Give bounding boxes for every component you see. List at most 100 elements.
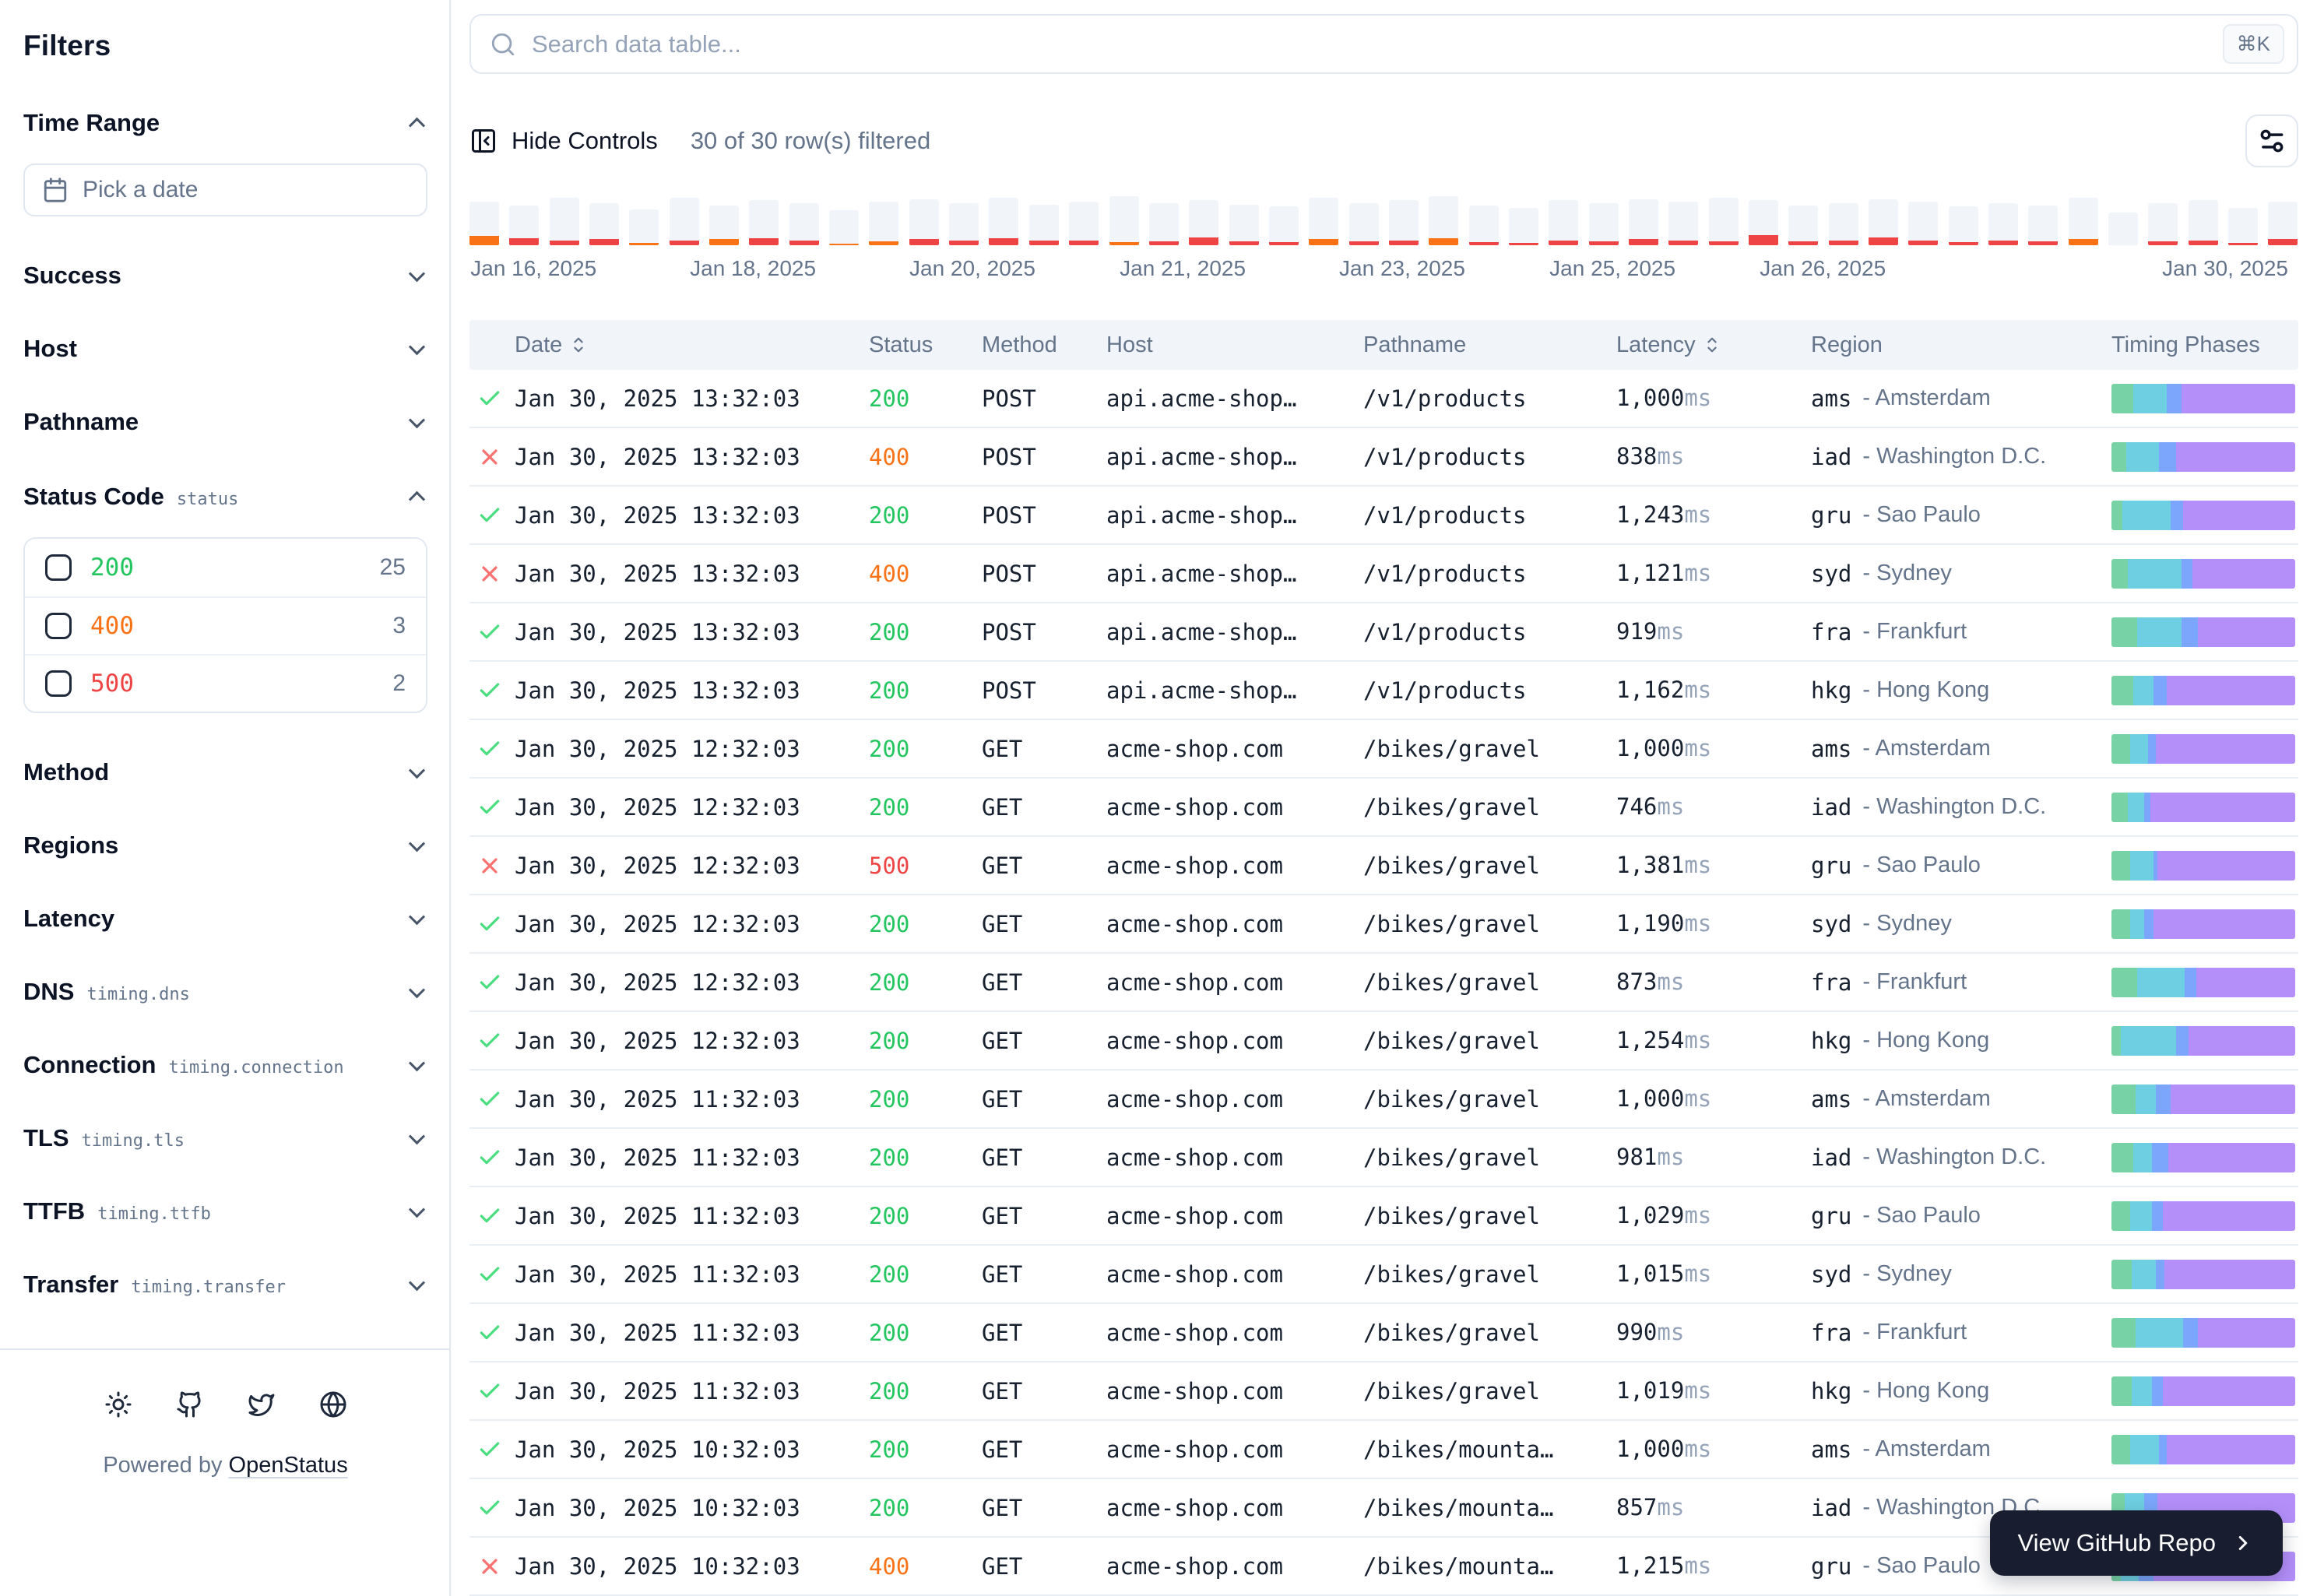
section-status-code[interactable]: Status Code status xyxy=(23,483,427,511)
column-header-latency[interactable]: Latency xyxy=(1616,332,1811,358)
checkbox[interactable] xyxy=(45,670,72,697)
histogram-bar[interactable] xyxy=(1149,195,1179,245)
sidebar-section-success[interactable]: Success xyxy=(23,262,427,290)
histogram-bar[interactable] xyxy=(1949,195,1978,245)
column-header-date[interactable]: Date xyxy=(515,332,869,358)
histogram-bar[interactable] xyxy=(829,195,859,245)
status-option-400[interactable]: 4003 xyxy=(25,596,426,654)
status-option-500[interactable]: 5002 xyxy=(25,654,426,712)
timing-segment-connection xyxy=(2130,734,2149,764)
histogram-bar[interactable] xyxy=(1829,195,1858,245)
table-row[interactable]: Jan 30, 2025 11:32:03200GETacme-shop.com… xyxy=(469,1129,2298,1187)
view-options-button[interactable] xyxy=(2245,114,2298,167)
table-row[interactable]: Jan 30, 2025 11:32:03200GETacme-shop.com… xyxy=(469,1362,2298,1421)
table-row[interactable]: Jan 30, 2025 10:32:03200GETacme-shop.com… xyxy=(469,1421,2298,1479)
twitter-link-button[interactable] xyxy=(248,1390,276,1418)
histogram-bar[interactable] xyxy=(1988,195,2018,245)
table-row[interactable]: Jan 30, 2025 11:32:03200GETacme-shop.com… xyxy=(469,1070,2298,1129)
github-link-button[interactable] xyxy=(176,1390,204,1418)
section-time-range[interactable]: Time Range xyxy=(23,109,427,137)
histogram-bar[interactable] xyxy=(1029,195,1059,245)
histogram-bar[interactable] xyxy=(2268,195,2298,245)
table-row[interactable]: Jan 30, 2025 11:32:03200GETacme-shop.com… xyxy=(469,1304,2298,1362)
table-row[interactable]: Jan 30, 2025 12:32:03200GETacme-shop.com… xyxy=(469,895,2298,954)
sidebar-section-tls[interactable]: TLStiming.tls xyxy=(23,1124,427,1152)
hide-controls-button[interactable]: Hide Controls xyxy=(469,127,658,155)
table-row[interactable]: Jan 30, 2025 11:32:03200GETacme-shop.com… xyxy=(469,1246,2298,1304)
histogram-bar[interactable] xyxy=(709,195,739,245)
histogram-bar-errors xyxy=(1109,242,1139,245)
table-row[interactable]: Jan 30, 2025 12:32:03200GETacme-shop.com… xyxy=(469,779,2298,837)
histogram-bar[interactable] xyxy=(1269,195,1299,245)
histogram-bar[interactable] xyxy=(1309,195,1338,245)
histogram-bar[interactable] xyxy=(1908,195,1938,245)
table-row[interactable]: Jan 30, 2025 11:32:03200GETacme-shop.com… xyxy=(469,1187,2298,1246)
histogram-bar[interactable] xyxy=(869,195,898,245)
sidebar-section-transfer[interactable]: Transfertiming.transfer xyxy=(23,1271,427,1299)
table-row[interactable]: Jan 30, 2025 13:32:03200POSTapi.acme-sho… xyxy=(469,370,2298,428)
histogram-bar[interactable] xyxy=(2069,195,2098,245)
histogram-bar[interactable] xyxy=(1788,195,1818,245)
histogram-bar[interactable] xyxy=(589,195,619,245)
histogram-bar[interactable] xyxy=(2148,195,2178,245)
checkbox[interactable] xyxy=(45,613,72,639)
histogram-bar[interactable] xyxy=(989,195,1018,245)
table-row[interactable]: Jan 30, 2025 13:32:03400POSTapi.acme-sho… xyxy=(469,545,2298,603)
histogram-bar[interactable] xyxy=(550,195,579,245)
table-row[interactable]: Jan 30, 2025 13:32:03200POSTapi.acme-sho… xyxy=(469,662,2298,720)
powered-by-text: Powered by xyxy=(103,1453,222,1478)
website-link-button[interactable] xyxy=(319,1390,347,1418)
histogram-bar[interactable] xyxy=(1189,195,1218,245)
table-row[interactable]: Jan 30, 2025 12:32:03200GETacme-shop.com… xyxy=(469,720,2298,779)
histogram-bar[interactable] xyxy=(509,195,539,245)
histogram-bar[interactable] xyxy=(2028,195,2058,245)
histogram-bar[interactable] xyxy=(1709,195,1739,245)
status-option-200[interactable]: 20025 xyxy=(25,539,426,596)
histogram-bar[interactable] xyxy=(1629,195,1658,245)
histogram-bar[interactable] xyxy=(1349,195,1379,245)
histogram-bar[interactable] xyxy=(1109,195,1139,245)
view-github-repo-button[interactable]: View GitHub Repo xyxy=(1990,1510,2283,1576)
histogram-bar[interactable] xyxy=(789,195,819,245)
date-picker-input[interactable]: Pick a date xyxy=(23,163,427,216)
histogram-bar[interactable] xyxy=(749,195,779,245)
histogram-bar[interactable] xyxy=(1429,195,1458,245)
sidebar-section-host[interactable]: Host xyxy=(23,335,427,363)
table-row[interactable]: Jan 30, 2025 12:32:03200GETacme-shop.com… xyxy=(469,954,2298,1012)
histogram-bar[interactable] xyxy=(1549,195,1578,245)
timing-phases-bar xyxy=(2111,1376,2295,1406)
histogram-bar[interactable] xyxy=(1509,195,1538,245)
sidebar-section-latency[interactable]: Latency xyxy=(23,905,427,933)
histogram-bar[interactable] xyxy=(909,195,939,245)
histogram-bar[interactable] xyxy=(1869,195,1898,245)
histogram-bar[interactable] xyxy=(469,195,499,245)
sidebar-section-connection[interactable]: Connectiontiming.connection xyxy=(23,1051,427,1079)
openstatus-link[interactable]: OpenStatus xyxy=(229,1453,348,1478)
histogram-bar[interactable] xyxy=(1389,195,1419,245)
table-row[interactable]: Jan 30, 2025 13:32:03200POSTapi.acme-sho… xyxy=(469,603,2298,662)
sidebar-section-pathname[interactable]: Pathname xyxy=(23,408,427,436)
histogram-bar[interactable] xyxy=(2228,195,2258,245)
histogram-bar[interactable] xyxy=(1469,195,1499,245)
table-row[interactable]: Jan 30, 2025 12:32:03500GETacme-shop.com… xyxy=(469,837,2298,895)
table-row[interactable]: Jan 30, 2025 13:32:03400POSTapi.acme-sho… xyxy=(469,428,2298,487)
table-row[interactable]: Jan 30, 2025 12:32:03200GETacme-shop.com… xyxy=(469,1012,2298,1070)
histogram-bar[interactable] xyxy=(1069,195,1099,245)
sidebar-section-regions[interactable]: Regions xyxy=(23,831,427,860)
histogram-bar[interactable] xyxy=(629,195,659,245)
histogram-bar[interactable] xyxy=(1229,195,1259,245)
theme-toggle-button[interactable] xyxy=(104,1390,132,1418)
histogram-bar[interactable] xyxy=(1749,195,1778,245)
sidebar-section-dns[interactable]: DNStiming.dns xyxy=(23,978,427,1006)
histogram-bar[interactable] xyxy=(949,195,979,245)
table-row[interactable]: Jan 30, 2025 13:32:03200POSTapi.acme-sho… xyxy=(469,487,2298,545)
histogram-bar[interactable] xyxy=(1668,195,1698,245)
histogram-bar[interactable] xyxy=(2189,195,2218,245)
sidebar-section-method[interactable]: Method xyxy=(23,758,427,786)
histogram-bar[interactable] xyxy=(2108,195,2138,245)
search-input[interactable]: Search data table... ⌘K xyxy=(469,14,2298,74)
checkbox[interactable] xyxy=(45,554,72,581)
histogram-bar[interactable] xyxy=(670,195,699,245)
histogram-bar[interactable] xyxy=(1589,195,1619,245)
sidebar-section-ttfb[interactable]: TTFBtiming.ttfb xyxy=(23,1197,427,1225)
